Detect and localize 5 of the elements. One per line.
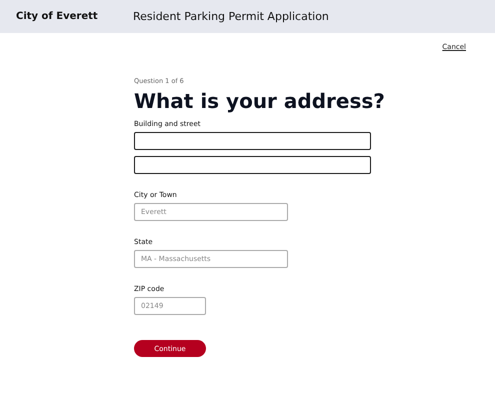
- page-heading: What is your address?: [134, 89, 386, 113]
- input-field[interactable]: [134, 132, 371, 150]
- brand-name: City of Everett: [16, 11, 99, 22]
- input-field[interactable]: [134, 156, 371, 174]
- app-title: Resident Parking Permit Application: [133, 10, 329, 23]
